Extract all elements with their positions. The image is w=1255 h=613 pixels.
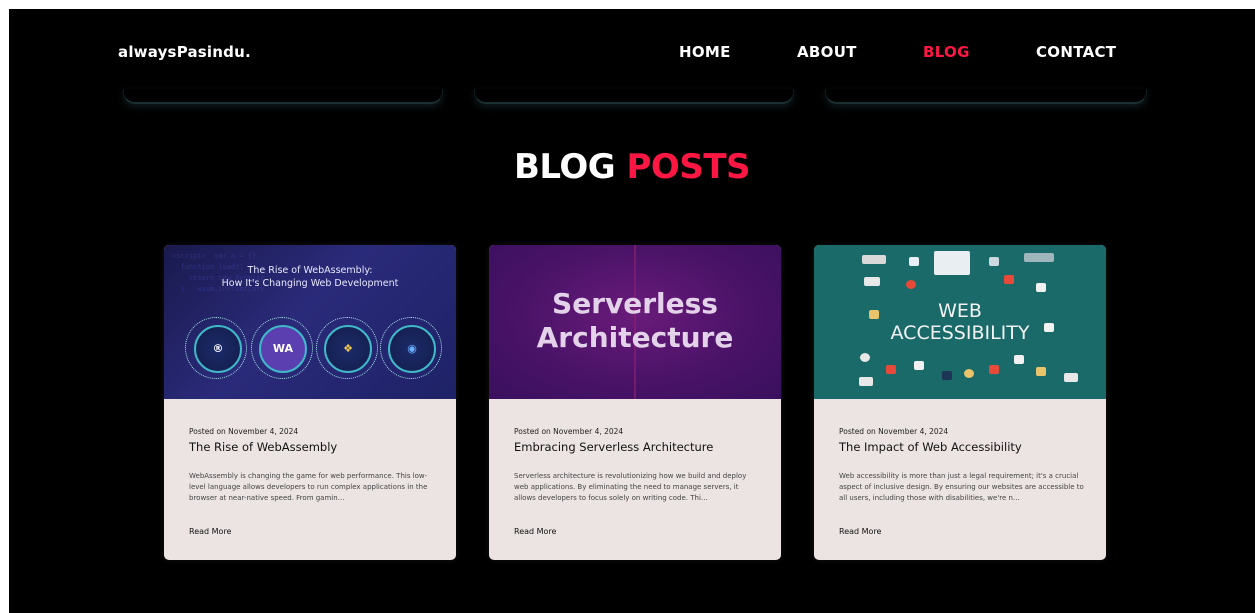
speaker-icon (989, 365, 999, 374)
heading-word-red: POSTS (626, 147, 751, 187)
monitor-icon (934, 251, 970, 275)
previous-section-card-edge (825, 89, 1147, 104)
nav-link-about[interactable]: ABOUT (797, 43, 857, 61)
post-excerpt: Web accessibility is more than just a le… (839, 472, 1084, 502)
post-title[interactable]: The Impact of Web Accessibility (839, 440, 1084, 454)
post-date: Posted on November 4, 2024 (189, 427, 299, 436)
post-excerpt: Serverless architecture is revolutionizi… (514, 472, 747, 502)
site-logo[interactable]: alwaysPasindu. (118, 43, 251, 61)
target-icon (906, 280, 916, 289)
card-body: Posted on November 4, 2024 The Impact of… (839, 427, 1084, 504)
blog-thumbnail-webassembly[interactable]: <script> var a = {} function load() { re… (164, 245, 456, 399)
blog-card-serverless[interactable]: Serverless Architecture Posted on Novemb… (489, 245, 781, 560)
nav-link-home[interactable]: HOME (679, 43, 731, 61)
thumbnail-caption: The Rise of WebAssembly: How It's Changi… (221, 265, 399, 289)
keyboard-icon (864, 277, 880, 286)
nav-link-contact[interactable]: CONTACT (1036, 43, 1116, 61)
blog-thumbnail-accessibility[interactable]: WEB ACCESSIBILITY (814, 245, 1106, 399)
read-more-link[interactable]: Read More (514, 527, 556, 536)
blog-thumbnail-serverless[interactable]: Serverless Architecture (489, 245, 781, 399)
nav-link-blog[interactable]: BLOG (923, 43, 970, 61)
laptop-icon (862, 255, 886, 264)
post-excerpt: WebAssembly is changing the game for web… (189, 472, 428, 502)
section-heading: BLOG POSTS (9, 147, 1255, 187)
hand-icon (914, 361, 924, 370)
figure-icon (942, 371, 952, 380)
calculator-icon (1064, 373, 1078, 382)
person-icon (1036, 283, 1046, 292)
previous-section-card-edge (123, 89, 443, 104)
compass-icon (860, 353, 870, 362)
card-body: Posted on November 4, 2024 The Rise of W… (189, 427, 434, 504)
thumbnail-title: Serverless Architecture (536, 287, 734, 354)
coin-icon (964, 369, 974, 378)
tablet-icon (989, 257, 999, 266)
previous-section-card-edge (474, 89, 794, 104)
post-date: Posted on November 4, 2024 (839, 427, 949, 436)
globe-icon: ◉ (388, 325, 436, 373)
page: alwaysPasindu. HOME ABOUT BLOG CONTACT B… (9, 9, 1255, 613)
world-map-icon (1024, 253, 1054, 262)
tools-icon (1036, 367, 1046, 376)
read-more-link[interactable]: Read More (189, 527, 231, 536)
calendar-icon (859, 377, 873, 386)
heading-word-white: BLOG (513, 147, 616, 187)
video-icon (1004, 275, 1014, 284)
device-icon (909, 257, 919, 266)
python-logo-icon: ❖ (324, 325, 372, 373)
read-more-link[interactable]: Read More (839, 527, 881, 536)
blog-card-webassembly[interactable]: <script> var a = {} function load() { re… (164, 245, 456, 560)
blog-card-accessibility[interactable]: WEB ACCESSIBILITY Posted on November 4, … (814, 245, 1106, 560)
webassembly-logo-icon: WA (259, 325, 307, 373)
rust-logo-icon: ® (194, 325, 242, 373)
thumbnail-title: WEB ACCESSIBILITY (890, 300, 1030, 344)
card-body: Posted on November 4, 2024 Embracing Ser… (514, 427, 759, 504)
post-title[interactable]: The Rise of WebAssembly (189, 440, 434, 454)
document-icon (1014, 355, 1024, 364)
top-navbar: alwaysPasindu. HOME ABOUT BLOG CONTACT (9, 9, 1255, 94)
post-date: Posted on November 4, 2024 (514, 427, 624, 436)
post-title[interactable]: Embracing Serverless Architecture (514, 440, 759, 454)
pin-icon (886, 365, 896, 374)
